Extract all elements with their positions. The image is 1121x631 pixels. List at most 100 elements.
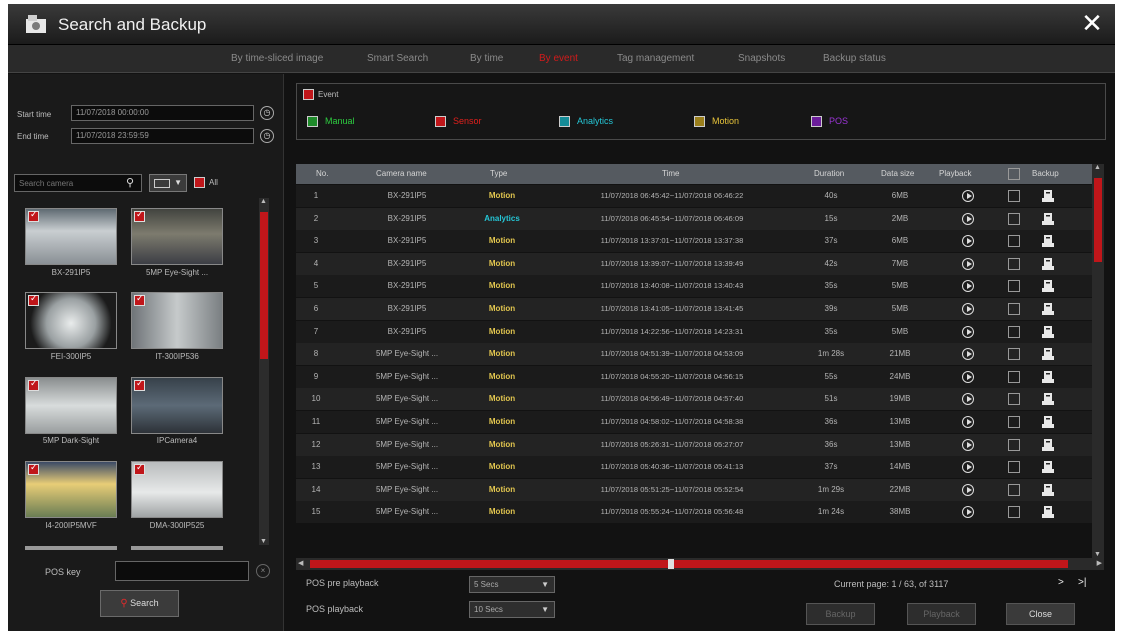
camera-thumbnail[interactable]	[25, 377, 117, 434]
camera-checkbox[interactable]	[134, 378, 145, 391]
camera-checkbox[interactable]	[28, 293, 39, 306]
table-hscroll-thumb[interactable]	[310, 560, 1068, 568]
close-icon[interactable]: ✕	[1077, 8, 1107, 38]
play-icon[interactable]	[962, 506, 974, 519]
scroll-down-icon[interactable]: ▼	[1094, 551, 1101, 558]
camera-checkbox[interactable]	[134, 293, 145, 306]
select-all-checkbox[interactable]	[1008, 168, 1020, 180]
playback-button[interactable]: Playback	[907, 603, 976, 625]
row-checkbox[interactable]	[1008, 416, 1020, 428]
table-row[interactable]: 2 BX-291IP5 Analytics 11/07/2018 06:45:54~1…	[296, 207, 1092, 230]
tab-tag-management[interactable]: Tag management	[617, 53, 694, 64]
tab-smart-search[interactable]: Smart Search	[367, 53, 428, 64]
row-checkbox[interactable]	[1008, 212, 1020, 225]
close-button[interactable]: Close	[1006, 603, 1075, 625]
scroll-up-icon[interactable]: ▲	[1094, 164, 1101, 171]
backup-icon[interactable]	[1042, 505, 1054, 519]
play-icon[interactable]	[962, 461, 974, 474]
all-cameras-checkbox[interactable]	[194, 177, 205, 188]
backup-icon[interactable]	[1042, 483, 1054, 497]
search-button[interactable]: ⚲ Search	[100, 590, 179, 617]
camera-list-scrollbar[interactable]: ▲ ▼	[259, 198, 269, 545]
camera-checkbox[interactable]	[134, 462, 145, 475]
analytics-checkbox[interactable]	[559, 116, 570, 127]
camera-checkbox[interactable]	[28, 209, 39, 222]
scroll-up-icon[interactable]: ▲	[260, 198, 267, 205]
motion-event-label[interactable]: Motion	[712, 116, 739, 126]
camera-thumbnail[interactable]	[131, 377, 223, 434]
row-checkbox[interactable]	[1008, 257, 1020, 270]
row-checkbox[interactable]	[1008, 483, 1020, 496]
backup-icon[interactable]	[1042, 415, 1054, 429]
camera-thumbnail[interactable]	[131, 292, 223, 349]
table-row[interactable]: 9 5MP Eye-Sight ... Motion 11/07/2018 04:55…	[296, 365, 1092, 388]
row-checkbox[interactable]	[1008, 280, 1020, 293]
row-checkbox[interactable]	[1008, 370, 1020, 383]
clear-icon[interactable]: ×	[256, 564, 270, 578]
backup-icon[interactable]	[1042, 234, 1054, 248]
backup-icon[interactable]	[1042, 370, 1054, 384]
pos-playback-select[interactable]: 10 Secs ▼	[469, 601, 555, 618]
next-page-icon[interactable]: >	[1058, 577, 1064, 588]
play-icon[interactable]	[962, 393, 974, 406]
table-row[interactable]: 10 5MP Eye-Sight ... Motion 11/07/2018 04:5…	[296, 388, 1092, 411]
play-icon[interactable]	[962, 438, 974, 451]
pos-pre-playback-select[interactable]: 5 Secs ▼	[469, 576, 555, 593]
table-vertical-scrollbar[interactable]: ▲ ▼	[1092, 164, 1104, 558]
scroll-grip[interactable]	[668, 559, 674, 569]
table-row[interactable]: 6 BX-291IP5 Motion 11/07/2018 13:41:05~11/0…	[296, 298, 1092, 320]
play-icon[interactable]	[962, 348, 974, 361]
camera-checkbox[interactable]	[134, 209, 145, 222]
table-row[interactable]: 4 BX-291IP5 Motion 11/07/2018 13:39:07~11/0…	[296, 252, 1092, 275]
camera-thumbnail[interactable]	[25, 208, 117, 265]
backup-icon[interactable]	[1042, 212, 1054, 226]
backup-button[interactable]: Backup	[806, 603, 875, 625]
manual-event-label[interactable]: Manual	[325, 116, 355, 126]
search-icon[interactable]: ⚲	[126, 176, 134, 189]
pos-checkbox[interactable]	[811, 116, 822, 127]
play-icon[interactable]	[962, 303, 974, 315]
table-scroll-thumb[interactable]	[1094, 178, 1102, 262]
backup-icon[interactable]	[1042, 302, 1054, 316]
camera-search-input[interactable]	[14, 174, 142, 192]
table-row[interactable]: 15 5MP Eye-Sight ... Motion 11/07/2018 05:5…	[296, 501, 1092, 524]
camera-thumbnail[interactable]	[131, 208, 223, 265]
camera-list-scroll-thumb[interactable]	[260, 212, 268, 359]
backup-icon[interactable]	[1042, 279, 1054, 293]
table-row[interactable]: 5 BX-291IP5 Motion 11/07/2018 13:40:08~11/0…	[296, 275, 1092, 298]
scroll-down-icon[interactable]: ▼	[260, 538, 267, 545]
row-checkbox[interactable]	[1008, 461, 1020, 474]
table-horizontal-scrollbar[interactable]: ◀ ▶	[296, 558, 1104, 570]
sensor-checkbox[interactable]	[435, 116, 446, 127]
play-icon[interactable]	[962, 370, 974, 383]
table-row[interactable]: 14 5MP Eye-Sight ... Motion 11/07/2018 05:5…	[296, 478, 1092, 501]
tab-by-time-sliced-image[interactable]: By time-sliced image	[231, 53, 323, 64]
row-checkbox[interactable]	[1008, 190, 1020, 202]
pos-event-label[interactable]: POS	[829, 116, 848, 126]
play-icon[interactable]	[962, 235, 974, 248]
row-checkbox[interactable]	[1008, 235, 1020, 248]
backup-icon[interactable]	[1042, 347, 1054, 361]
camera-thumbnail[interactable]	[131, 461, 223, 518]
row-checkbox[interactable]	[1008, 438, 1020, 451]
backup-icon[interactable]	[1042, 189, 1054, 203]
play-icon[interactable]	[962, 212, 974, 225]
end-time-picker-icon[interactable]: ◷	[260, 129, 274, 143]
backup-icon[interactable]	[1042, 392, 1054, 406]
table-row[interactable]: 3 BX-291IP5 Motion 11/07/2018 13:37:01~11/0…	[296, 230, 1092, 253]
last-page-icon[interactable]: >|	[1078, 577, 1086, 588]
tab-snapshots[interactable]: Snapshots	[738, 53, 785, 64]
tab-backup-status[interactable]: Backup status	[823, 53, 886, 64]
table-row[interactable]: 8 5MP Eye-Sight ... Motion 11/07/2018 04:51…	[296, 343, 1092, 366]
row-checkbox[interactable]	[1008, 348, 1020, 361]
table-row[interactable]: 12 5MP Eye-Sight ... Motion 11/07/2018 05:2…	[296, 433, 1092, 456]
play-icon[interactable]	[962, 416, 974, 428]
camera-thumbnail[interactable]	[25, 292, 117, 349]
tab-by-event[interactable]: By event	[539, 53, 578, 64]
backup-icon[interactable]	[1042, 257, 1054, 271]
camera-checkbox[interactable]	[28, 378, 39, 391]
camera-checkbox[interactable]	[28, 462, 39, 475]
scroll-right-icon[interactable]: ▶	[1097, 559, 1102, 567]
play-icon[interactable]	[962, 483, 974, 496]
event-checkbox[interactable]	[303, 89, 314, 100]
